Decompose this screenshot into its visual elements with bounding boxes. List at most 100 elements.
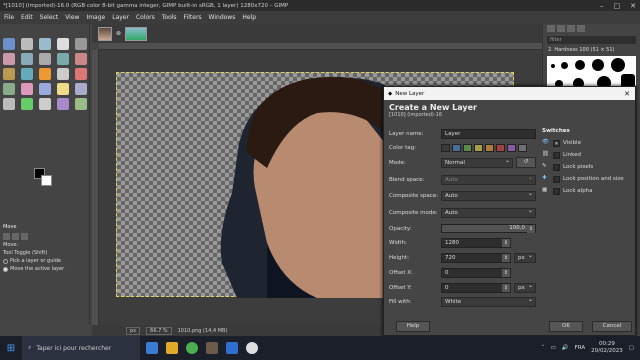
free-select-icon[interactable]: [75, 38, 87, 50]
eraser-icon[interactable]: [75, 68, 87, 80]
color-picker-icon[interactable]: [3, 98, 15, 110]
move-tool-icon[interactable]: [3, 38, 15, 50]
menu-view[interactable]: View: [65, 14, 79, 21]
brushes-tab-icon[interactable]: [547, 25, 555, 32]
height-spin-icon[interactable]: ⇕: [502, 254, 510, 262]
color-tag-red[interactable]: [496, 144, 505, 152]
color-tag-none[interactable]: [441, 144, 450, 152]
blend-space-select[interactable]: Auto: [441, 174, 536, 185]
move-active-radio[interactable]: [3, 266, 8, 272]
color-tag-yellow[interactable]: [474, 144, 483, 152]
taskbar-search[interactable]: ⌕ Taper ici pour rechercher: [22, 336, 140, 360]
windows-start-icon[interactable]: ⊞: [0, 336, 22, 360]
color-tag-blue[interactable]: [452, 144, 461, 152]
maximize-icon[interactable]: □: [614, 2, 621, 10]
measure-tool-icon[interactable]: [21, 98, 33, 110]
tab-close-icon[interactable]: ⊗: [116, 30, 121, 37]
cancel-button[interactable]: Cancel: [592, 321, 632, 332]
align-tool-icon[interactable]: [21, 38, 33, 50]
paths-tool-icon[interactable]: [75, 53, 87, 65]
visible-checkbox[interactable]: ✕: [553, 139, 560, 147]
fonts-tab-icon[interactable]: [567, 25, 575, 32]
opacity-spin-icon[interactable]: ⇕: [527, 225, 535, 233]
lock-pixels-checkbox[interactable]: [553, 163, 560, 171]
layer-name-input[interactable]: Layer: [441, 129, 536, 139]
image-tab-1010[interactable]: [98, 26, 112, 41]
dolphin-app-icon[interactable]: [146, 342, 158, 354]
color-tag-orange[interactable]: [485, 144, 494, 152]
width-input[interactable]: 1280 ⇕: [441, 238, 511, 248]
opacity-slider[interactable]: 100,0 ⇕: [441, 224, 536, 233]
transform-tool-icon[interactable]: [39, 53, 51, 65]
lock-alpha-checkbox[interactable]: [553, 187, 560, 195]
notification-icon[interactable]: ▢: [629, 345, 634, 351]
linked-checkbox[interactable]: [553, 151, 560, 159]
ok-button[interactable]: OK: [549, 321, 583, 332]
bucket-fill-icon[interactable]: [21, 68, 33, 80]
obs-icon[interactable]: [246, 342, 258, 354]
mode-reset-icon[interactable]: ↺: [516, 157, 536, 168]
fill-with-select[interactable]: White: [441, 296, 536, 307]
color-tag-green[interactable]: [463, 144, 472, 152]
patterns-tab-icon[interactable]: [557, 25, 565, 32]
move-layer-icon[interactable]: [3, 233, 10, 240]
composite-space-select[interactable]: Auto: [441, 190, 536, 201]
lock-position-checkbox[interactable]: [553, 175, 560, 183]
minimize-icon[interactable]: –: [600, 2, 604, 10]
menu-windows[interactable]: Windows: [209, 14, 236, 21]
ink-tool-icon[interactable]: [75, 98, 87, 110]
airbrush-icon[interactable]: [3, 83, 15, 95]
menu-select[interactable]: Select: [40, 14, 59, 21]
video-app-icon[interactable]: [226, 342, 238, 354]
mode-select[interactable]: Normal: [441, 157, 513, 168]
warp-tool-icon[interactable]: [57, 53, 69, 65]
menu-help[interactable]: Help: [242, 14, 256, 21]
close-icon[interactable]: ✕: [630, 2, 636, 10]
language-indicator[interactable]: FRA: [575, 345, 586, 351]
dodge-burn-icon[interactable]: [75, 83, 87, 95]
offset-unit-select[interactable]: px: [514, 282, 536, 293]
text-tool-icon[interactable]: [3, 68, 15, 80]
menu-tools[interactable]: Tools: [162, 14, 177, 21]
volume-icon[interactable]: 🔊: [562, 345, 569, 351]
height-input[interactable]: 720 ⇕: [441, 253, 511, 263]
move-path-icon[interactable]: [21, 233, 28, 240]
offset-y-input[interactable]: 0 ⇕: [441, 283, 511, 293]
offset-x-input[interactable]: 0 ⇕: [441, 268, 511, 278]
size-unit-select[interactable]: px: [514, 252, 536, 263]
menu-layer[interactable]: Layer: [112, 14, 129, 21]
zoom-tool-icon[interactable]: [39, 98, 51, 110]
offset-x-spin-icon[interactable]: ⇕: [502, 269, 510, 277]
gradient-tool-icon[interactable]: [39, 68, 51, 80]
menu-image[interactable]: Image: [86, 14, 105, 21]
menu-edit[interactable]: Edit: [21, 14, 33, 21]
gimp-taskbar-icon[interactable]: [206, 342, 218, 354]
menu-filters[interactable]: Filters: [184, 14, 202, 21]
history-tab-icon[interactable]: [577, 25, 585, 32]
pick-layer-radio[interactable]: [3, 258, 8, 264]
ellipse-select-icon[interactable]: [57, 38, 69, 50]
mypaint-brush-icon[interactable]: [57, 98, 69, 110]
chevron-up-icon[interactable]: ˄: [542, 345, 545, 351]
paintbrush-icon[interactable]: [57, 68, 69, 80]
move-selection-icon[interactable]: [12, 233, 19, 240]
background-color-swatch[interactable]: [41, 175, 52, 186]
network-icon[interactable]: ▭: [551, 345, 556, 351]
brush-filter-input[interactable]: filter: [547, 36, 636, 44]
file-explorer-icon[interactable]: [166, 342, 178, 354]
color-tag-violet[interactable]: [507, 144, 516, 152]
clock[interactable]: 00:29 20/02/2023: [591, 341, 623, 355]
crop-tool-icon[interactable]: [21, 53, 33, 65]
unit-selector[interactable]: px: [126, 326, 141, 335]
color-tag-gray[interactable]: [518, 144, 527, 152]
smudge-tool-icon[interactable]: [57, 83, 69, 95]
heal-tool-icon[interactable]: [39, 83, 51, 95]
composite-mode-select[interactable]: Auto: [441, 207, 536, 218]
width-spin-icon[interactable]: ⇕: [502, 239, 510, 247]
menu-colors[interactable]: Colors: [136, 14, 155, 21]
menu-file[interactable]: File: [4, 14, 14, 21]
help-button[interactable]: Help: [396, 321, 430, 332]
clone-tool-icon[interactable]: [21, 83, 33, 95]
image-tab-2[interactable]: [125, 26, 148, 41]
chrome-icon[interactable]: [186, 342, 198, 354]
